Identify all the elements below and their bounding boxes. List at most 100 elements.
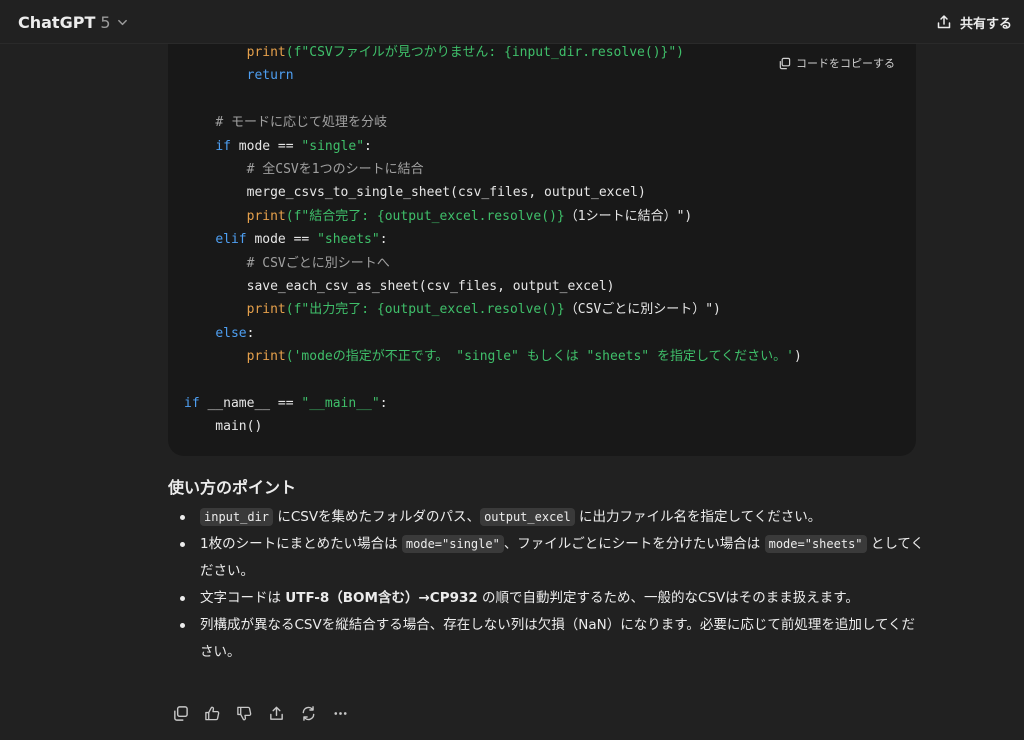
code-content: print(f"CSVファイルが見つかりません: {input_dir.reso…	[184, 41, 802, 439]
list-item: 文字コードは UTF-8（BOM含む）→CP932 の順で自動判定するため、一般…	[168, 585, 928, 612]
code-token: (f"CSVファイルが見つかりません: {input_dir.resolve()…	[285, 45, 685, 60]
code-token: if	[184, 395, 200, 411]
code-token: print	[246, 208, 286, 224]
copy-icon	[778, 57, 791, 70]
tips-list: input_dir にCSVを集めたフォルダのパス、 output_excel に…	[168, 504, 928, 666]
code-token: :	[246, 325, 255, 341]
inline-code: mode="sheets"	[764, 535, 867, 553]
share-icon	[936, 14, 952, 30]
code-line: # CSVごとに別シートへ	[184, 252, 802, 275]
list-text: の順で自動判定するため、一般的なCSVはそのまま扱えます。	[477, 590, 859, 606]
share-response-button[interactable]	[266, 703, 286, 723]
list-text: 文字コードは	[200, 590, 286, 606]
code-line: merge_csvs_to_single_sheet(csv_files, ou…	[184, 181, 802, 204]
code-token: return	[246, 68, 294, 84]
inline-code: input_dir	[200, 508, 274, 526]
copy-icon	[172, 705, 189, 722]
code-token: save_each_csv_as_sheet(csv_files, output…	[184, 278, 615, 294]
code-line: # モードに応じて処理を分岐	[184, 111, 802, 134]
share-label: 共有する	[959, 16, 1012, 32]
code-token: if	[215, 138, 231, 154]
good-response-button[interactable]	[202, 703, 222, 723]
code-token: （CSVごとに別シート）")	[564, 302, 721, 318]
copy-code-button[interactable]: コードをコピーする	[778, 54, 895, 72]
code-line: if mode == "single":	[184, 135, 802, 158]
code-token: # 全CSVを1つのシートに結合	[246, 161, 424, 177]
code-token: merge_csvs_to_single_sheet(csv_files, ou…	[184, 185, 646, 201]
code-token: :	[379, 232, 388, 248]
inline-code: mode="single"	[401, 535, 504, 553]
bold-text: UTF-8（BOM含む）→CP932	[285, 590, 478, 606]
chevron-down-icon	[117, 17, 128, 28]
more-icon	[332, 705, 349, 722]
code-token: # CSVごとに別シートへ	[246, 255, 390, 271]
code-token: :	[379, 395, 388, 411]
code-token: "single"	[301, 138, 365, 154]
code-line: elif mode == "sheets":	[184, 228, 802, 251]
code-line: main()	[184, 415, 802, 438]
code-token: ('modeの指定が不正です。 "single" もしくは "sheets" を…	[285, 349, 795, 365]
thumbs-up-icon	[204, 705, 221, 722]
list-item: 列構成が異なるCSVを縦結合する場合、存在しない列は欠損（NaN）になります。必…	[168, 612, 928, 666]
code-token: __name__ ==	[199, 395, 302, 411]
list-item: input_dir にCSVを集めたフォルダのパス、 output_excel に…	[168, 504, 928, 531]
copy-button[interactable]	[170, 703, 190, 723]
code-token: （1シートに結合）")	[564, 208, 693, 224]
response-actions	[170, 703, 350, 723]
code-token: print	[246, 45, 286, 60]
list-text: 1枚のシートにまとめたい場合は	[200, 536, 402, 552]
list-text: にCSVを集めたフォルダのパス、	[273, 509, 481, 525]
model-name: ChatGPT	[18, 12, 96, 32]
refresh-icon	[300, 705, 317, 722]
code-line: # 全CSVを1つのシートに結合	[184, 158, 802, 181]
code-token: mode ==	[230, 138, 302, 154]
code-line: print('modeの指定が不正です。 "single" もしくは "shee…	[184, 345, 802, 368]
more-actions-button[interactable]	[330, 703, 350, 723]
list-item: 1枚のシートにまとめたい場合は mode="single" 、ファイルごとにシート…	[168, 531, 928, 585]
code-token: main()	[184, 419, 263, 435]
list-text: 、ファイルごとにシートを分けたい場合は	[503, 536, 765, 552]
tips-heading: 使い方のポイント	[168, 478, 297, 497]
code-token: "__main__"	[301, 395, 380, 411]
code-line: if __name__ == "__main__":	[184, 392, 802, 415]
top-bar: ChatGPT 5 共有する	[0, 0, 1024, 44]
code-token: (f"出力完了: {output_excel.resolve()}	[285, 302, 565, 318]
code-line: print(f"出力完了: {output_excel.resolve()}（C…	[184, 298, 802, 321]
code-token: :	[364, 138, 372, 154]
code-token: mode ==	[246, 232, 318, 248]
copy-code-label: コードをコピーする	[796, 57, 895, 70]
code-token: else	[215, 325, 247, 341]
code-token: "sheets"	[317, 232, 380, 248]
model-selector[interactable]: ChatGPT 5	[12, 8, 134, 36]
code-token: print	[246, 302, 286, 318]
share-button[interactable]: 共有する	[930, 8, 1018, 36]
code-line: save_each_csv_as_sheet(csv_files, output…	[184, 275, 802, 298]
code-line: else:	[184, 322, 802, 345]
code-token: elif	[215, 232, 247, 248]
bad-response-button[interactable]	[234, 703, 254, 723]
code-line: return	[184, 64, 802, 87]
inline-code: output_excel	[480, 508, 575, 526]
code-token: )	[794, 349, 802, 365]
list-text: に出力ファイル名を指定してください。	[574, 509, 822, 525]
code-token: print	[246, 349, 286, 365]
list-text: 列構成が異なるCSVを縦結合する場合、存在しない列は欠損（NaN）になります。必…	[200, 617, 916, 660]
share-icon	[268, 705, 285, 722]
thumbs-down-icon	[236, 705, 253, 722]
regenerate-button[interactable]	[298, 703, 318, 723]
model-version: 5	[100, 12, 111, 32]
code-token: # モードに応じて処理を分岐	[215, 115, 387, 131]
